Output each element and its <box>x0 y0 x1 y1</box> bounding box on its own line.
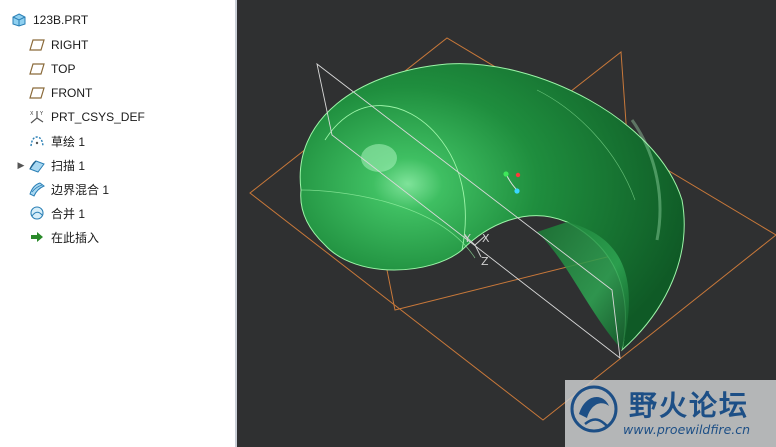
tree-item-merge[interactable]: 合并 1 <box>0 201 232 225</box>
tree-item-label: 边界混合 1 <box>51 182 110 197</box>
forum-logo-icon <box>570 385 618 433</box>
axis-label-y: Y <box>463 232 471 245</box>
insert-here-arrow-icon <box>28 228 46 246</box>
merge-icon <box>28 204 46 222</box>
tree-item-insert-here[interactable]: 在此插入 <box>0 225 232 249</box>
tree-item-sketch[interactable]: 草绘 1 <box>0 129 232 153</box>
model-tree-panel: 123B.PRT RIGHT TOP FRONT XY PRT_CSYS_DEF <box>0 0 235 447</box>
sketch-icon <box>28 132 46 150</box>
tree-item-front[interactable]: FRONT <box>0 81 232 105</box>
tree-item-part[interactable]: 123B.PRT <box>0 8 232 32</box>
tree-item-right[interactable]: RIGHT <box>0 33 232 57</box>
tree-item-label: RIGHT <box>51 38 89 52</box>
watermark-title: 野火论坛 <box>629 389 750 422</box>
svg-text:Y: Y <box>39 111 44 117</box>
svg-text:X: X <box>30 111 34 117</box>
tree-item-sweep[interactable]: ▶ 扫描 1 <box>0 153 232 177</box>
part-cube-icon <box>10 11 28 29</box>
tree-item-label: 草绘 1 <box>51 134 86 149</box>
tree-item-label: TOP <box>51 62 76 76</box>
datum-plane-icon <box>28 60 46 78</box>
tree-item-label: 合并 1 <box>51 206 86 221</box>
axis-label-z: Z <box>481 255 489 268</box>
axis-label-x: X <box>482 232 490 245</box>
datum-plane-icon <box>28 36 46 54</box>
tree-item-csys[interactable]: XY PRT_CSYS_DEF <box>0 105 232 129</box>
tree-item-label: FRONT <box>51 86 93 100</box>
boundary-blend-icon <box>28 180 46 198</box>
tree-item-top[interactable]: TOP <box>0 57 232 81</box>
tree-item-label: PRT_CSYS_DEF <box>51 110 145 124</box>
expand-arrow-icon[interactable]: ▶ <box>14 153 28 177</box>
forum-watermark: 野火论坛 www.proewildfire.cn <box>565 380 776 447</box>
tree-item-boundary-blend[interactable]: 边界混合 1 <box>0 177 232 201</box>
tree-item-label: 扫描 1 <box>51 158 86 173</box>
datum-plane-icon <box>28 84 46 102</box>
tree-item-label: 在此插入 <box>51 230 100 245</box>
graphics-viewport[interactable]: Y X Z 野火论坛 www.proewildfire.cn <box>237 0 776 447</box>
sweep-icon <box>28 156 46 174</box>
tree-item-label: 123B.PRT <box>33 13 89 27</box>
coordinate-system-icon: XY <box>28 108 46 126</box>
watermark-url: www.proewildfire.cn <box>623 422 751 437</box>
surface-highlight <box>361 144 397 172</box>
